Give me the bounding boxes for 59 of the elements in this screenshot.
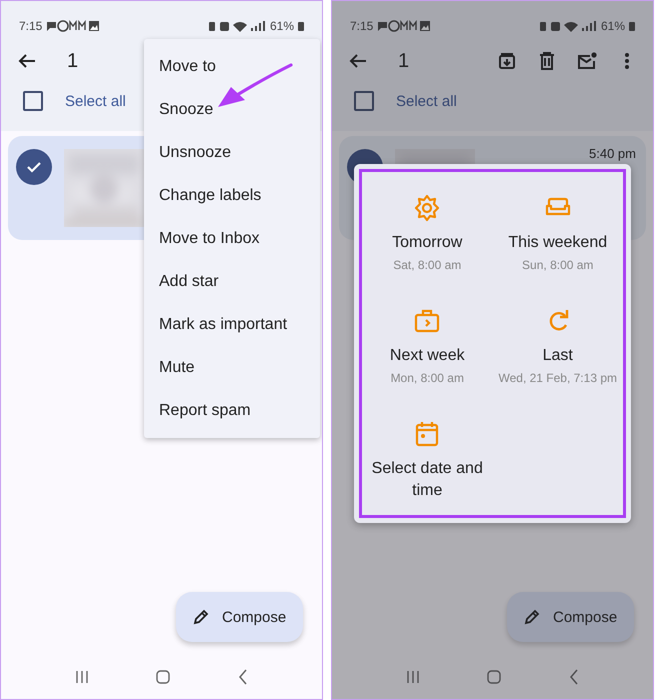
battery-percentage: 61% bbox=[600, 19, 625, 33]
system-icons-drawing bbox=[538, 20, 597, 32]
battery-icon bbox=[629, 21, 635, 31]
status-time: 7:15 bbox=[19, 19, 42, 33]
status-time: 7:15 bbox=[350, 19, 374, 33]
select-all-label[interactable]: Select all bbox=[65, 92, 126, 110]
compose-button[interactable]: Compose bbox=[507, 592, 634, 642]
option-time: Sun, 8:00 am bbox=[522, 258, 594, 272]
home-icon[interactable] bbox=[487, 670, 502, 684]
option-label: This weekend bbox=[508, 233, 608, 253]
snooze-option[interactable]: Next week Mon, 8:00 am bbox=[362, 307, 492, 420]
email-time: 5:40 pm bbox=[589, 147, 636, 161]
battery-icon bbox=[298, 21, 304, 31]
back-nav-icon[interactable] bbox=[238, 669, 248, 685]
sun-icon bbox=[413, 194, 442, 222]
selected-count: 1 bbox=[67, 50, 78, 72]
system-icons-drawing bbox=[208, 20, 266, 32]
home-icon[interactable] bbox=[156, 670, 170, 684]
snooze-option[interactable]: Tomorrow Sat, 8:00 am bbox=[362, 194, 492, 307]
back-arrow-icon bbox=[349, 53, 367, 69]
selected-check-icon bbox=[16, 149, 52, 185]
menu-item[interactable]: Move to Inbox bbox=[144, 217, 320, 260]
option-label: Select date and time bbox=[370, 459, 484, 501]
option-time: Mon, 8:00 am bbox=[390, 370, 464, 385]
select-all-label[interactable]: Select all bbox=[396, 92, 457, 110]
notification-icons-drawing bbox=[377, 20, 432, 32]
pencil-icon bbox=[192, 608, 210, 626]
recent-apps-icon[interactable] bbox=[74, 670, 89, 684]
option-label: Tomorrow bbox=[392, 233, 462, 253]
menu-item[interactable]: Move to bbox=[144, 45, 320, 88]
briefcase-icon bbox=[413, 307, 442, 335]
option-label: Last bbox=[542, 346, 573, 366]
menu-item[interactable]: Mark as important bbox=[144, 303, 320, 346]
compose-button[interactable]: Compose bbox=[176, 592, 303, 642]
more-vertical-icon bbox=[625, 53, 629, 69]
snooze-option[interactable]: Last Wed, 21 Feb, 7:13 pm bbox=[492, 307, 623, 420]
select-all-checkbox[interactable] bbox=[23, 91, 43, 111]
option-time: Sat, 8:00 am bbox=[393, 258, 462, 272]
menu-item[interactable]: Report spam bbox=[144, 389, 320, 432]
notification-icons-drawing bbox=[46, 20, 100, 32]
envelope-dot-icon bbox=[577, 52, 597, 70]
select-all-checkbox[interactable] bbox=[354, 91, 374, 111]
battery-percentage: 61% bbox=[270, 19, 294, 33]
snooze-option[interactable]: This weekend Sun, 8:00 am bbox=[492, 194, 623, 307]
menu-item[interactable]: Add star bbox=[144, 260, 320, 303]
option-time: Wed, 21 Feb, 7:13 pm bbox=[498, 370, 617, 385]
menu-item[interactable]: Mute bbox=[144, 346, 320, 389]
trash-icon bbox=[539, 52, 555, 70]
menu-item[interactable]: Change labels bbox=[144, 174, 320, 217]
snooze-option[interactable]: Select date and time bbox=[362, 420, 492, 533]
menu-item[interactable]: Unsnooze bbox=[144, 131, 320, 174]
selected-count: 1 bbox=[398, 50, 410, 72]
archive-icon bbox=[498, 52, 516, 70]
pencil-icon bbox=[523, 608, 541, 626]
back-nav-icon[interactable] bbox=[569, 669, 580, 685]
recent-apps-icon[interactable] bbox=[406, 670, 420, 684]
menu-item[interactable]: Snooze bbox=[144, 88, 320, 131]
back-arrow-icon bbox=[18, 53, 36, 69]
option-label: Next week bbox=[390, 346, 465, 366]
